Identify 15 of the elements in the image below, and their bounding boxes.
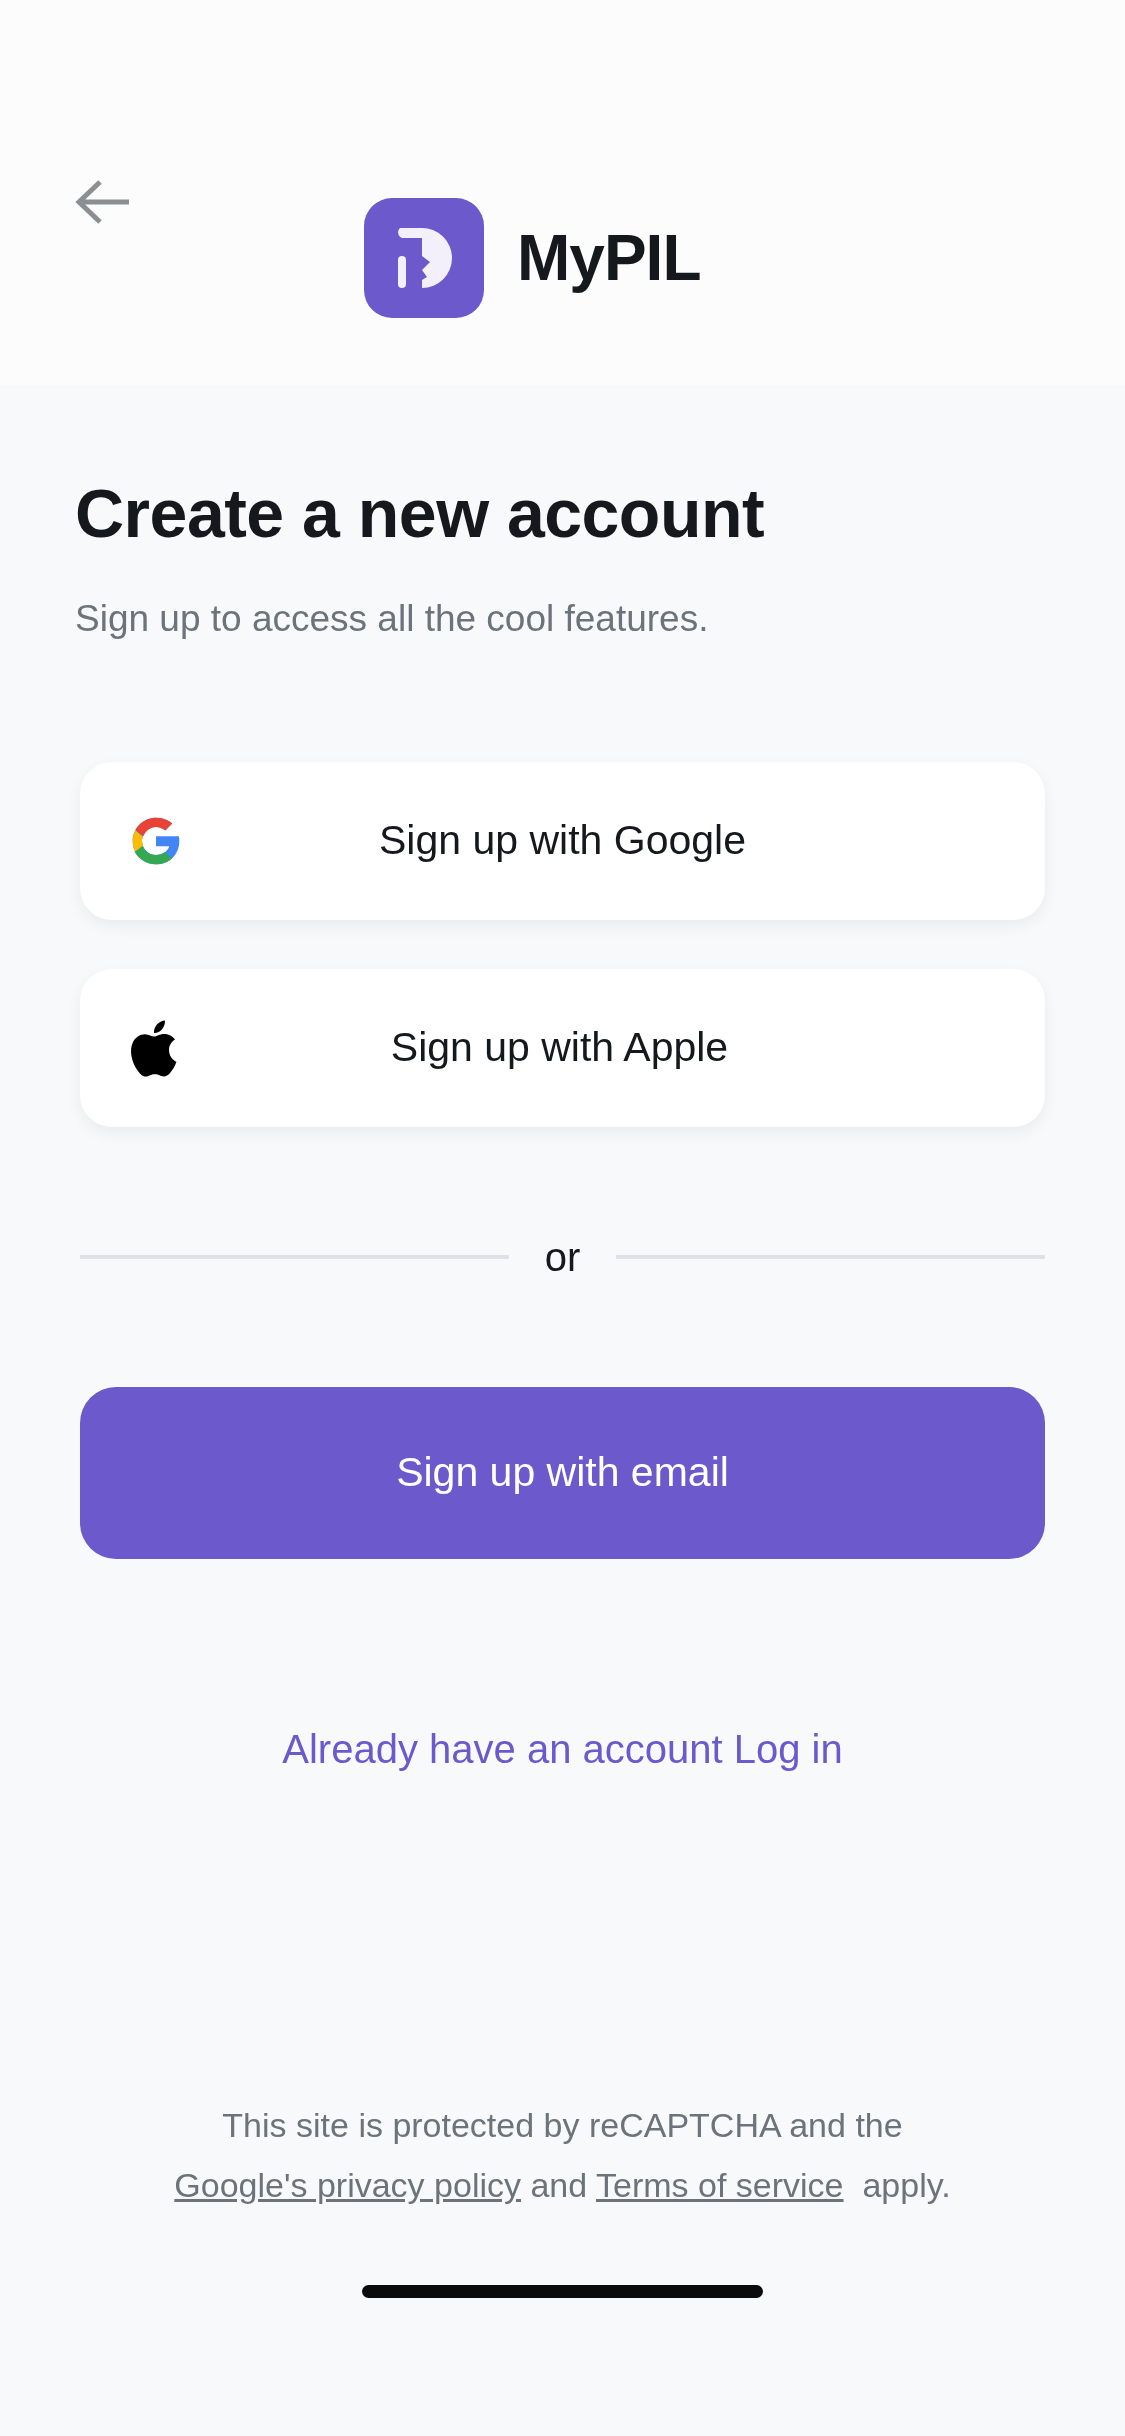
recaptcha-notice: This site is protected by reCAPTCHA and the bbox=[221, 2105, 904, 2146]
apple-icon bbox=[128, 1019, 178, 1078]
page-subtitle: Sign up to access all the cool features. bbox=[75, 596, 710, 641]
login-link[interactable]: Already have an account Log in bbox=[282, 1719, 843, 1780]
logo-icon bbox=[364, 198, 484, 318]
page-title: Create a new account bbox=[75, 474, 766, 553]
back-arrow-icon[interactable] bbox=[75, 178, 131, 225]
apple-signup-button[interactable]: Sign up with Apple bbox=[80, 969, 1045, 1128]
brand-name: MyPIL bbox=[517, 221, 701, 296]
divider-label: or bbox=[544, 1234, 581, 1282]
privacy-policy-link[interactable]: Google's privacy policy bbox=[174, 2166, 521, 2204]
google-signup-button[interactable]: Sign up with Google bbox=[80, 762, 1045, 921]
terms-link[interactable]: Terms of service bbox=[596, 2166, 844, 2204]
recaptcha-notice: Google's privacy policy and Terms of service apply. bbox=[173, 2165, 952, 2206]
email-signup-button[interactable]: Sign up with email bbox=[80, 1387, 1045, 1560]
